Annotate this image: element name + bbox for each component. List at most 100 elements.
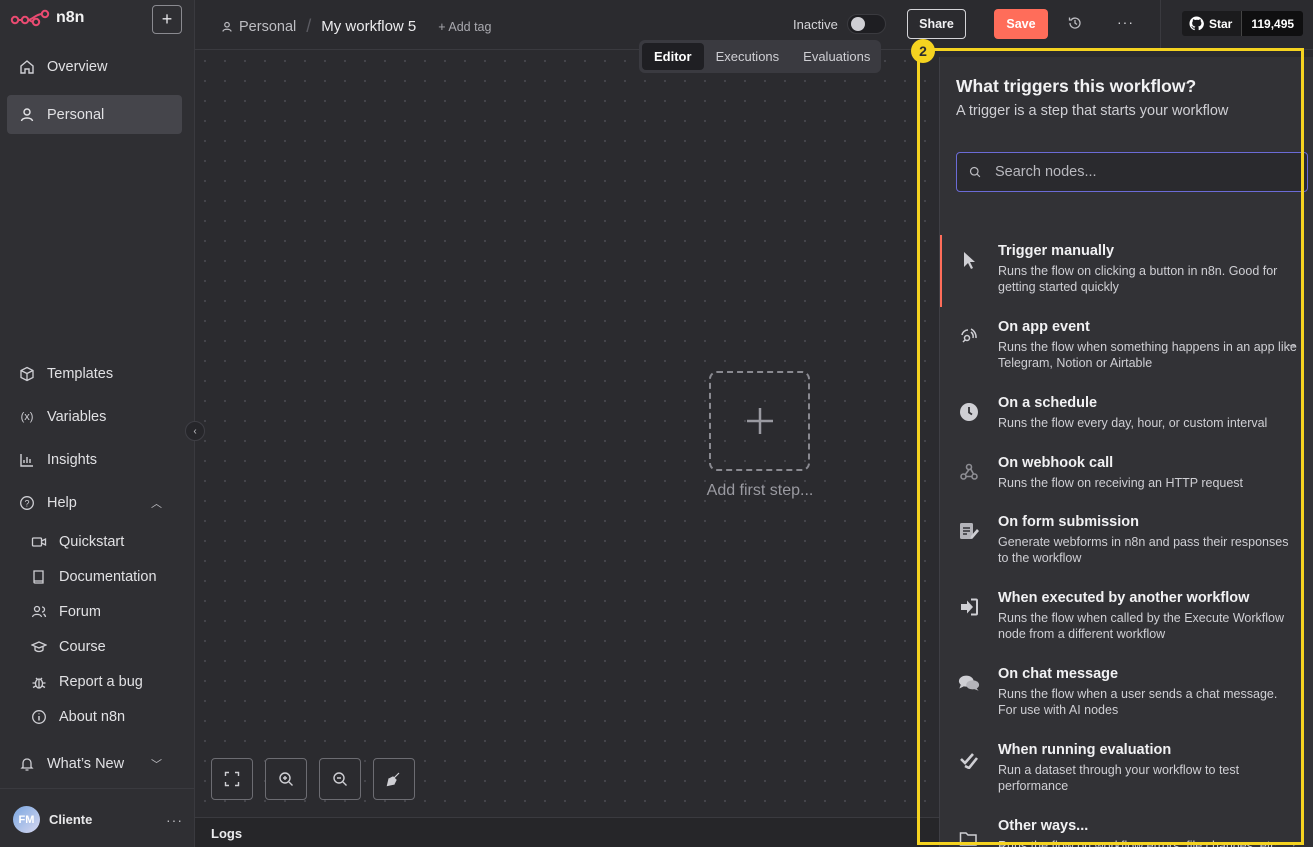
sidebar-item-help[interactable]: ? Help ︿ bbox=[7, 483, 182, 522]
share-button[interactable]: Share bbox=[907, 9, 966, 39]
trigger-item-title: On app event bbox=[998, 319, 1090, 335]
active-toggle[interactable] bbox=[847, 14, 886, 34]
save-button[interactable]: Save bbox=[994, 9, 1048, 39]
user-name: Cliente bbox=[49, 812, 93, 827]
sidebar-item-variables[interactable]: (x) Variables bbox=[7, 397, 182, 436]
trigger-item-chat[interactable]: On chat message Runs the flow when a use… bbox=[940, 658, 1313, 730]
form-icon bbox=[958, 520, 980, 542]
sidebar-item-personal[interactable]: Personal bbox=[7, 95, 182, 134]
trigger-item-app-event[interactable]: On app event Runs the flow when somethin… bbox=[940, 311, 1313, 383]
trigger-item-title: When executed by another workflow bbox=[998, 590, 1250, 606]
trigger-item-title: On webhook call bbox=[998, 455, 1114, 471]
help-item-about[interactable]: About n8n bbox=[31, 702, 125, 732]
help-item-documentation[interactable]: Documentation bbox=[31, 562, 157, 592]
trigger-item-description: Run a dataset through your workflow to t… bbox=[998, 763, 1240, 793]
workflow-status-label: Inactive bbox=[793, 17, 838, 32]
video-icon bbox=[31, 534, 47, 550]
trigger-item-evaluation[interactable]: When running evaluation Run a dataset th… bbox=[940, 734, 1313, 806]
sidebar-item-whats-new[interactable]: What’s New ﹀ bbox=[7, 744, 182, 783]
sidebar-item-label: Help bbox=[47, 494, 77, 511]
trigger-item-title: On a schedule bbox=[998, 395, 1098, 411]
search-nodes-field[interactable] bbox=[956, 152, 1308, 192]
sidebar-item-label: Insights bbox=[47, 451, 97, 468]
sidebar-item-overview[interactable]: Overview bbox=[7, 47, 182, 86]
tab-editor[interactable]: Editor bbox=[642, 43, 704, 70]
info-icon bbox=[31, 709, 47, 725]
trigger-item-title: On form submission bbox=[998, 514, 1139, 530]
trigger-item-description: Runs the flow on workflow errors, file c… bbox=[998, 839, 1281, 847]
sidebar-item-label: Overview bbox=[47, 58, 108, 75]
sidebar-item-label: Personal bbox=[47, 106, 105, 123]
webhook-icon bbox=[958, 461, 980, 483]
book-icon bbox=[31, 569, 47, 585]
sidebar-item-insights[interactable]: Insights bbox=[7, 440, 182, 479]
github-star-label: Star bbox=[1209, 16, 1233, 31]
fit-view-icon bbox=[224, 771, 240, 787]
tab-evaluations[interactable]: Evaluations bbox=[791, 43, 882, 70]
sidebar-item-templates[interactable]: Templates bbox=[7, 354, 182, 393]
avatar: FM bbox=[13, 806, 40, 833]
history-icon[interactable] bbox=[1067, 15, 1083, 31]
tidy-up-button[interactable] bbox=[373, 758, 415, 800]
trigger-item-description: Runs the flow when something happens in … bbox=[998, 340, 1297, 370]
users-icon bbox=[31, 604, 47, 620]
trigger-item-title: On chat message bbox=[998, 666, 1119, 682]
user-menu[interactable]: FM Cliente ··· bbox=[13, 806, 183, 833]
workflow-name[interactable]: My workflow 5 bbox=[321, 18, 416, 35]
brand-logo[interactable]: n8n bbox=[10, 8, 84, 28]
brand-name: n8n bbox=[56, 9, 85, 26]
trigger-item-sub-workflow[interactable]: When executed by another workflow Runs t… bbox=[940, 582, 1313, 654]
help-item-forum[interactable]: Forum bbox=[31, 597, 101, 627]
trigger-item-other[interactable]: Other ways... Runs the flow on workflow … bbox=[940, 810, 1313, 847]
help-item-course[interactable]: Course bbox=[31, 632, 106, 662]
svg-text:?: ? bbox=[24, 498, 29, 508]
trigger-item-title: Trigger manually bbox=[998, 243, 1115, 259]
user-icon bbox=[222, 21, 232, 32]
workflow-canvas[interactable]: Add first step... bbox=[195, 51, 940, 817]
tab-executions[interactable]: Executions bbox=[704, 43, 792, 70]
panel-title: What triggers this workflow? bbox=[956, 76, 1197, 96]
trigger-item-manual[interactable]: Trigger manually Runs the flow on clicki… bbox=[940, 235, 1313, 307]
sidebar-item-label: What’s New bbox=[47, 755, 125, 772]
fit-view-button[interactable] bbox=[211, 758, 253, 800]
user-more-icon[interactable]: ··· bbox=[166, 812, 183, 828]
arrow-right-icon: → bbox=[1284, 834, 1298, 847]
toggle-knob bbox=[851, 17, 865, 31]
chart-icon bbox=[19, 452, 35, 468]
breadcrumb-separator: / bbox=[306, 16, 312, 36]
trigger-node-creator-panel: What triggers this workflow? A trigger i… bbox=[939, 57, 1313, 847]
breadcrumb-personal[interactable]: Personal bbox=[221, 19, 296, 35]
collapse-sidebar-button[interactable]: ‹ bbox=[185, 421, 205, 441]
help-icon: ? bbox=[19, 495, 35, 511]
sign-in-icon bbox=[958, 596, 980, 618]
header-divider bbox=[1160, 0, 1161, 50]
zoom-in-button[interactable] bbox=[265, 758, 307, 800]
variable-icon: (x) bbox=[20, 410, 34, 423]
trigger-item-form[interactable]: On form submission Generate webforms in … bbox=[940, 506, 1313, 578]
sidebar-item-label: Variables bbox=[47, 408, 107, 425]
logs-panel[interactable]: Logs bbox=[195, 817, 940, 847]
zoom-out-button[interactable] bbox=[319, 758, 361, 800]
sidebar-item-label: Templates bbox=[47, 365, 114, 382]
help-item-label: About n8n bbox=[59, 709, 126, 725]
zoom-out-icon bbox=[333, 772, 347, 786]
create-new-button[interactable]: + bbox=[152, 5, 182, 34]
add-tag-button[interactable]: + Add tag bbox=[438, 20, 491, 34]
clock-icon bbox=[958, 401, 980, 423]
broom-icon bbox=[386, 772, 400, 787]
github-star-button[interactable]: Star 119,495 bbox=[1182, 11, 1304, 36]
trigger-item-description: Runs the flow when a user sends a chat m… bbox=[998, 687, 1278, 717]
bug-icon bbox=[31, 674, 47, 690]
search-nodes-input[interactable] bbox=[995, 164, 1295, 180]
trigger-item-description: Runs the flow on clicking a button in n8… bbox=[998, 264, 1278, 294]
sidebar: n8n + Overview Personal Templates (x) Va… bbox=[0, 0, 195, 847]
more-options-icon[interactable]: ··· bbox=[1117, 14, 1134, 30]
github-star-count: 119,495 bbox=[1242, 11, 1304, 36]
cursor-icon bbox=[958, 249, 980, 271]
help-item-quickstart[interactable]: Quickstart bbox=[31, 527, 124, 557]
trigger-item-description: Runs the flow when called by the Execute… bbox=[998, 611, 1285, 641]
help-item-label: Course bbox=[59, 639, 106, 655]
trigger-item-description: Runs the flow every day, hour, or custom… bbox=[998, 416, 1268, 430]
add-first-step-button[interactable] bbox=[709, 371, 810, 471]
help-item-report-bug[interactable]: Report a bug bbox=[31, 667, 143, 697]
